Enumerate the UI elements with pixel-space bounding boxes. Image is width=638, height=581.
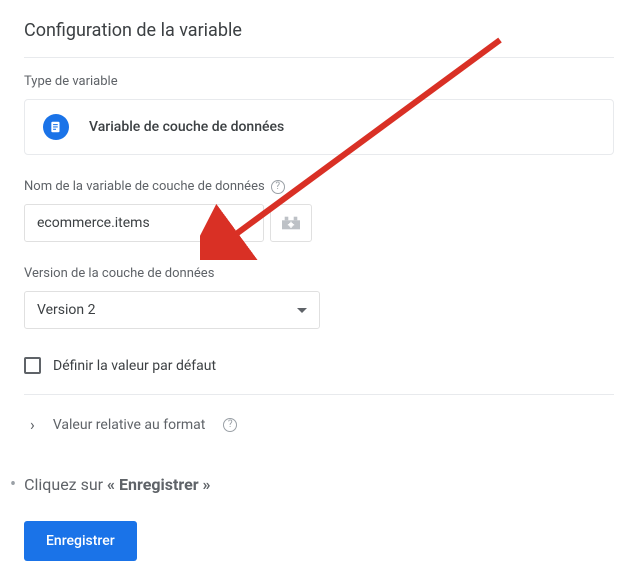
config-title: Configuration de la variable (24, 20, 614, 41)
variable-type-card[interactable]: Variable de couche de données (24, 99, 614, 155)
divider (24, 394, 614, 395)
data-layer-icon (43, 114, 69, 140)
version-select[interactable]: Version 2 (24, 291, 320, 329)
help-icon[interactable]: ? (223, 418, 237, 432)
variable-type-name: Variable de couche de données (89, 119, 284, 135)
instruction-text: • Cliquez sur « Enregistrer » (10, 474, 614, 495)
variable-name-input[interactable] (24, 204, 264, 242)
variable-name-label: Nom de la variable de couche de données … (24, 179, 614, 194)
save-button[interactable]: Enregistrer (24, 521, 137, 561)
divider (24, 57, 614, 58)
brick-icon (282, 216, 300, 230)
version-label: Version de la couche de données (24, 266, 614, 281)
default-value-label: Définir la valeur par défaut (53, 358, 216, 374)
variable-type-label: Type de variable (24, 74, 614, 89)
format-section-toggle[interactable]: › Valeur relative au format ? (24, 411, 614, 450)
version-selected-value: Version 2 (37, 302, 95, 318)
help-icon[interactable]: ? (271, 180, 285, 194)
format-section-label: Valeur relative au format (53, 417, 205, 433)
bullet-icon: • (10, 474, 16, 495)
chevron-down-icon (297, 308, 307, 313)
insert-variable-button[interactable] (270, 204, 312, 242)
chevron-right-icon: › (30, 415, 35, 434)
default-value-checkbox[interactable] (24, 357, 41, 374)
